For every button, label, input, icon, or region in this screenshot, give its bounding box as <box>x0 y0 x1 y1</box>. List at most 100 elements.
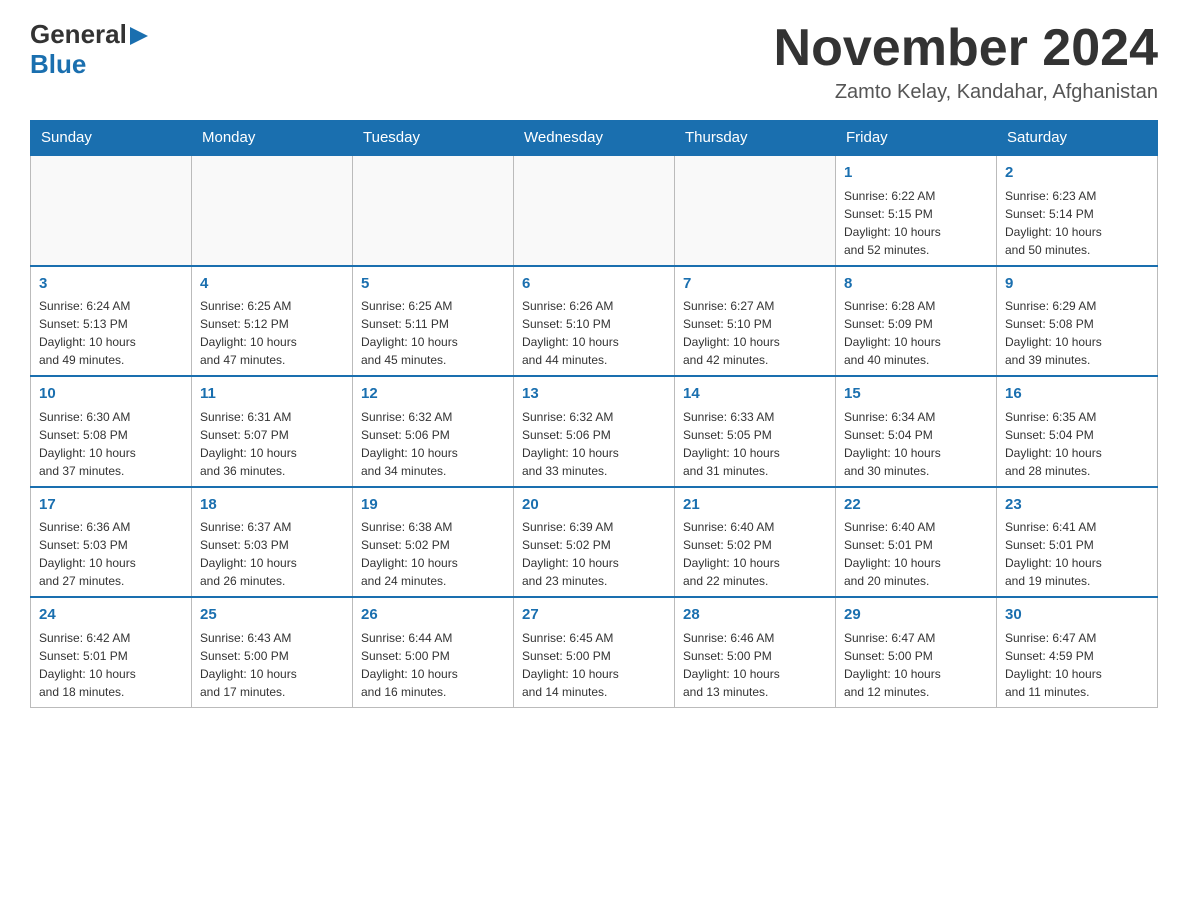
day-number: 29 <box>844 604 988 627</box>
day-number: 14 <box>683 383 827 406</box>
title-area: November 2024 Zamto Kelay, Kandahar, Afg… <box>774 20 1158 104</box>
day-info: Sunrise: 6:46 AM Sunset: 5:00 PM Dayligh… <box>683 629 827 701</box>
day-number: 18 <box>200 494 344 517</box>
weekday-header-sunday: Sunday <box>31 121 192 156</box>
day-number: 20 <box>522 494 666 517</box>
calendar-day: 24Sunrise: 6:42 AM Sunset: 5:01 PM Dayli… <box>31 597 192 707</box>
day-info: Sunrise: 6:35 AM Sunset: 5:04 PM Dayligh… <box>1005 408 1149 480</box>
day-info: Sunrise: 6:22 AM Sunset: 5:15 PM Dayligh… <box>844 187 988 259</box>
day-info: Sunrise: 6:25 AM Sunset: 5:12 PM Dayligh… <box>200 297 344 369</box>
calendar-day: 10Sunrise: 6:30 AM Sunset: 5:08 PM Dayli… <box>31 376 192 487</box>
day-number: 19 <box>361 494 505 517</box>
calendar-day: 13Sunrise: 6:32 AM Sunset: 5:06 PM Dayli… <box>514 376 675 487</box>
day-info: Sunrise: 6:47 AM Sunset: 4:59 PM Dayligh… <box>1005 629 1149 701</box>
day-number: 15 <box>844 383 988 406</box>
logo-blue-text: Blue <box>30 50 86 80</box>
calendar-day <box>514 155 675 266</box>
calendar-day: 26Sunrise: 6:44 AM Sunset: 5:00 PM Dayli… <box>353 597 514 707</box>
day-number: 17 <box>39 494 183 517</box>
day-info: Sunrise: 6:30 AM Sunset: 5:08 PM Dayligh… <box>39 408 183 480</box>
day-info: Sunrise: 6:45 AM Sunset: 5:00 PM Dayligh… <box>522 629 666 701</box>
calendar-day: 2Sunrise: 6:23 AM Sunset: 5:14 PM Daylig… <box>997 155 1158 266</box>
calendar-day: 6Sunrise: 6:26 AM Sunset: 5:10 PM Daylig… <box>514 266 675 377</box>
calendar-day: 21Sunrise: 6:40 AM Sunset: 5:02 PM Dayli… <box>675 487 836 598</box>
day-info: Sunrise: 6:23 AM Sunset: 5:14 PM Dayligh… <box>1005 187 1149 259</box>
day-number: 12 <box>361 383 505 406</box>
calendar-day: 12Sunrise: 6:32 AM Sunset: 5:06 PM Dayli… <box>353 376 514 487</box>
day-number: 28 <box>683 604 827 627</box>
page-title: November 2024 <box>774 20 1158 77</box>
day-info: Sunrise: 6:40 AM Sunset: 5:01 PM Dayligh… <box>844 518 988 590</box>
week-row-4: 17Sunrise: 6:36 AM Sunset: 5:03 PM Dayli… <box>31 487 1158 598</box>
calendar-day: 1Sunrise: 6:22 AM Sunset: 5:15 PM Daylig… <box>836 155 997 266</box>
weekday-header-row: SundayMondayTuesdayWednesdayThursdayFrid… <box>31 121 1158 156</box>
weekday-header-monday: Monday <box>192 121 353 156</box>
day-number: 22 <box>844 494 988 517</box>
calendar-day: 28Sunrise: 6:46 AM Sunset: 5:00 PM Dayli… <box>675 597 836 707</box>
day-number: 7 <box>683 273 827 296</box>
weekday-header-wednesday: Wednesday <box>514 121 675 156</box>
weekday-header-saturday: Saturday <box>997 121 1158 156</box>
calendar-day <box>192 155 353 266</box>
day-info: Sunrise: 6:33 AM Sunset: 5:05 PM Dayligh… <box>683 408 827 480</box>
day-number: 21 <box>683 494 827 517</box>
day-info: Sunrise: 6:26 AM Sunset: 5:10 PM Dayligh… <box>522 297 666 369</box>
week-row-3: 10Sunrise: 6:30 AM Sunset: 5:08 PM Dayli… <box>31 376 1158 487</box>
day-number: 9 <box>1005 273 1149 296</box>
calendar-day: 18Sunrise: 6:37 AM Sunset: 5:03 PM Dayli… <box>192 487 353 598</box>
day-info: Sunrise: 6:38 AM Sunset: 5:02 PM Dayligh… <box>361 518 505 590</box>
weekday-header-tuesday: Tuesday <box>353 121 514 156</box>
calendar-day <box>675 155 836 266</box>
week-row-5: 24Sunrise: 6:42 AM Sunset: 5:01 PM Dayli… <box>31 597 1158 707</box>
calendar-day: 4Sunrise: 6:25 AM Sunset: 5:12 PM Daylig… <box>192 266 353 377</box>
day-number: 13 <box>522 383 666 406</box>
day-number: 10 <box>39 383 183 406</box>
day-number: 25 <box>200 604 344 627</box>
calendar-day: 3Sunrise: 6:24 AM Sunset: 5:13 PM Daylig… <box>31 266 192 377</box>
day-info: Sunrise: 6:34 AM Sunset: 5:04 PM Dayligh… <box>844 408 988 480</box>
calendar-day <box>31 155 192 266</box>
day-number: 2 <box>1005 162 1149 185</box>
day-number: 16 <box>1005 383 1149 406</box>
logo-triangle-icon <box>130 27 148 45</box>
day-info: Sunrise: 6:41 AM Sunset: 5:01 PM Dayligh… <box>1005 518 1149 590</box>
day-number: 1 <box>844 162 988 185</box>
day-number: 11 <box>200 383 344 406</box>
day-info: Sunrise: 6:47 AM Sunset: 5:00 PM Dayligh… <box>844 629 988 701</box>
day-info: Sunrise: 6:36 AM Sunset: 5:03 PM Dayligh… <box>39 518 183 590</box>
calendar-day: 8Sunrise: 6:28 AM Sunset: 5:09 PM Daylig… <box>836 266 997 377</box>
calendar-day: 23Sunrise: 6:41 AM Sunset: 5:01 PM Dayli… <box>997 487 1158 598</box>
day-info: Sunrise: 6:43 AM Sunset: 5:00 PM Dayligh… <box>200 629 344 701</box>
day-number: 30 <box>1005 604 1149 627</box>
calendar-table: SundayMondayTuesdayWednesdayThursdayFrid… <box>30 120 1158 708</box>
logo-general-text: General <box>30 20 127 50</box>
calendar-day: 11Sunrise: 6:31 AM Sunset: 5:07 PM Dayli… <box>192 376 353 487</box>
day-number: 27 <box>522 604 666 627</box>
calendar-day: 19Sunrise: 6:38 AM Sunset: 5:02 PM Dayli… <box>353 487 514 598</box>
calendar-day: 30Sunrise: 6:47 AM Sunset: 4:59 PM Dayli… <box>997 597 1158 707</box>
day-number: 8 <box>844 273 988 296</box>
weekday-header-friday: Friday <box>836 121 997 156</box>
day-number: 4 <box>200 273 344 296</box>
calendar-day: 20Sunrise: 6:39 AM Sunset: 5:02 PM Dayli… <box>514 487 675 598</box>
day-info: Sunrise: 6:28 AM Sunset: 5:09 PM Dayligh… <box>844 297 988 369</box>
calendar-day: 29Sunrise: 6:47 AM Sunset: 5:00 PM Dayli… <box>836 597 997 707</box>
week-row-1: 1Sunrise: 6:22 AM Sunset: 5:15 PM Daylig… <box>31 155 1158 266</box>
calendar-day: 22Sunrise: 6:40 AM Sunset: 5:01 PM Dayli… <box>836 487 997 598</box>
day-info: Sunrise: 6:44 AM Sunset: 5:00 PM Dayligh… <box>361 629 505 701</box>
calendar-day: 17Sunrise: 6:36 AM Sunset: 5:03 PM Dayli… <box>31 487 192 598</box>
calendar-day: 7Sunrise: 6:27 AM Sunset: 5:10 PM Daylig… <box>675 266 836 377</box>
day-info: Sunrise: 6:37 AM Sunset: 5:03 PM Dayligh… <box>200 518 344 590</box>
day-info: Sunrise: 6:32 AM Sunset: 5:06 PM Dayligh… <box>522 408 666 480</box>
day-info: Sunrise: 6:25 AM Sunset: 5:11 PM Dayligh… <box>361 297 505 369</box>
day-info: Sunrise: 6:39 AM Sunset: 5:02 PM Dayligh… <box>522 518 666 590</box>
day-number: 5 <box>361 273 505 296</box>
day-info: Sunrise: 6:42 AM Sunset: 5:01 PM Dayligh… <box>39 629 183 701</box>
day-number: 6 <box>522 273 666 296</box>
calendar-day: 9Sunrise: 6:29 AM Sunset: 5:08 PM Daylig… <box>997 266 1158 377</box>
calendar-day: 25Sunrise: 6:43 AM Sunset: 5:00 PM Dayli… <box>192 597 353 707</box>
day-info: Sunrise: 6:29 AM Sunset: 5:08 PM Dayligh… <box>1005 297 1149 369</box>
calendar-day: 5Sunrise: 6:25 AM Sunset: 5:11 PM Daylig… <box>353 266 514 377</box>
page-subtitle: Zamto Kelay, Kandahar, Afghanistan <box>774 81 1158 104</box>
calendar-day: 16Sunrise: 6:35 AM Sunset: 5:04 PM Dayli… <box>997 376 1158 487</box>
